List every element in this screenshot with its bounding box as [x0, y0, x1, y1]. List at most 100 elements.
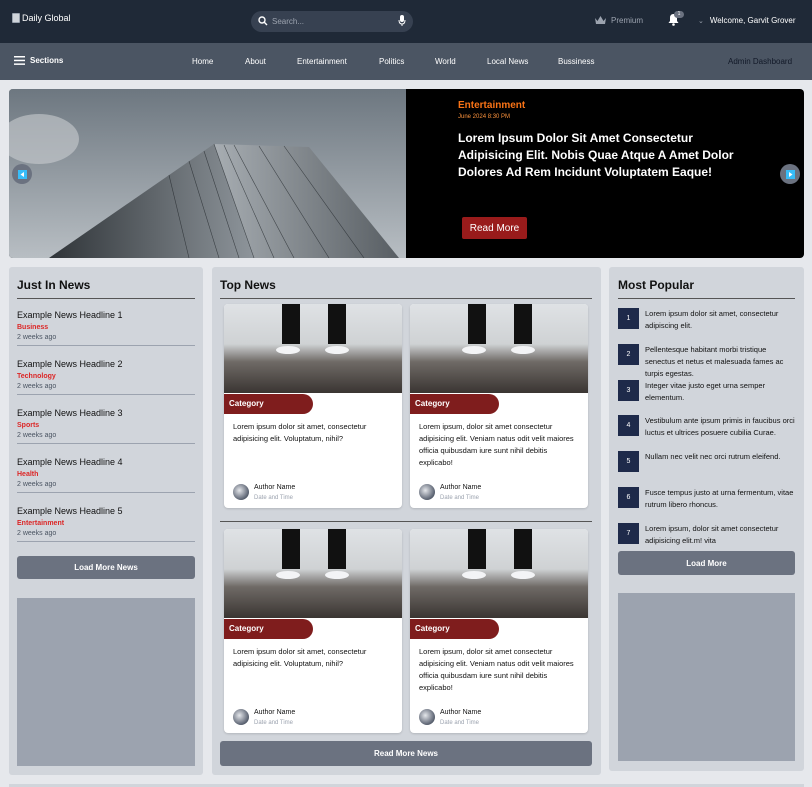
card-body: Lorem ipsum dolor sit amet, consectetur … [233, 422, 367, 443]
search-input[interactable] [272, 14, 392, 29]
carousel-next-button[interactable] [780, 164, 800, 184]
nav-link-about[interactable]: About [245, 57, 266, 66]
card-category[interactable]: Category [410, 394, 499, 414]
read-more-news-button[interactable]: Read More News [220, 741, 592, 766]
arrow-right-icon [785, 169, 795, 179]
premium-label: Premium [611, 15, 644, 25]
popular-text[interactable]: Lorem ipsum dolor sit amet, consectetur … [645, 308, 795, 332]
divider [17, 541, 195, 542]
news-item[interactable]: Example News Headline 1 Business 2 weeks… [17, 310, 195, 346]
divider [17, 298, 195, 299]
news-card[interactable]: Category Lorem ipsum dolor sit amet, con… [224, 304, 402, 508]
hero-headline[interactable]: Lorem Ipsum Dolor Sit Amet Consectetur A… [458, 130, 738, 181]
news-card[interactable]: Category Lorem ipsum, dolor sit amet con… [410, 529, 588, 733]
news-category[interactable]: Health [17, 471, 195, 478]
nav-link-politics[interactable]: Politics [379, 57, 404, 66]
card-date: Date and Time [254, 720, 294, 726]
rank-number: 4 [618, 415, 639, 436]
user-menu[interactable]: ⌄ Welcome, Garvit Grover [698, 16, 796, 25]
popular-text[interactable]: Vestibulum ante ipsum primis in faucibus… [645, 415, 795, 439]
divider [618, 298, 795, 299]
shoes-photo [462, 304, 535, 354]
hero-category[interactable]: Entertainment [458, 100, 738, 111]
site-logo[interactable]: Daily Global [12, 13, 71, 23]
divider [17, 492, 195, 493]
news-headline[interactable]: Example News Headline 1 [17, 310, 195, 320]
news-category[interactable]: Business [17, 324, 195, 331]
popular-text[interactable]: Integer vitae justo eget urna semper ele… [645, 380, 795, 404]
top-bar: Daily Global Premium 1 ⌄ Welcome, Garvit… [0, 0, 812, 43]
load-more-news-button[interactable]: Load More News [17, 556, 195, 579]
hamburger-icon [14, 56, 25, 65]
news-headline[interactable]: Example News Headline 2 [17, 359, 195, 369]
admin-dashboard-link[interactable]: Admin Dashboard [728, 57, 792, 66]
crown-icon [595, 16, 606, 24]
popular-text[interactable]: Pellentesque habitant morbi tristique se… [645, 344, 795, 380]
news-item[interactable]: Example News Headline 2 Technology 2 wee… [17, 359, 195, 395]
hero-text: Entertainment June 2024 8:30 PM Lorem Ip… [458, 100, 738, 181]
news-headline[interactable]: Example News Headline 4 [17, 457, 195, 467]
just-in-title: Just In News [17, 278, 91, 292]
hero-read-more-button[interactable]: Read More [462, 217, 527, 239]
notifications-button[interactable]: 1 [668, 11, 684, 31]
news-time: 2 weeks ago [17, 383, 57, 390]
chevron-down-icon: ⌄ [698, 17, 704, 25]
popular-text[interactable]: Lorem ipsum, dolor sit amet consectetur … [645, 523, 795, 547]
rank-number: 5 [618, 451, 639, 472]
news-item[interactable]: Example News Headline 4 Health 2 weeks a… [17, 457, 195, 493]
card-category[interactable]: Category [224, 619, 313, 639]
most-popular-panel: Most Popular 1 Lorem ipsum dolor sit ame… [609, 267, 804, 771]
news-category[interactable]: Entertainment [17, 520, 195, 527]
nav-link-business[interactable]: Bussiness [558, 57, 594, 66]
avatar [233, 709, 249, 725]
welcome-text: Welcome, Garvit Grover [709, 16, 796, 25]
card-image [224, 304, 402, 393]
just-in-news-panel: Just In News Example News Headline 1 Bus… [9, 267, 203, 775]
sections-menu-button[interactable]: Sections [14, 56, 63, 65]
rank-number: 3 [618, 380, 639, 401]
avatar [419, 484, 435, 500]
shoes-photo [462, 529, 535, 579]
news-item[interactable]: Example News Headline 3 Sports 2 weeks a… [17, 408, 195, 444]
news-category[interactable]: Technology [17, 373, 195, 380]
logo-alt-text: Daily Global [22, 13, 71, 23]
rank-number: 7 [618, 523, 639, 544]
card-image [224, 529, 402, 618]
divider [220, 298, 592, 299]
card-body: Lorem ipsum, dolor sit amet consectetur … [419, 422, 574, 467]
popular-text[interactable]: Nullam nec velit nec orci rutrum eleifen… [645, 451, 795, 463]
news-time: 2 weeks ago [17, 334, 57, 341]
nav-link-entertainment[interactable]: Entertainment [297, 57, 347, 66]
nav-link-world[interactable]: World [435, 57, 456, 66]
news-card[interactable]: Category Lorem ipsum, dolor sit amet con… [410, 304, 588, 508]
card-author: Author Name [254, 484, 296, 491]
ad-placeholder [618, 593, 795, 761]
card-category[interactable]: Category [410, 619, 499, 639]
card-category[interactable]: Category [224, 394, 313, 414]
card-date: Date and Time [254, 495, 294, 501]
premium-link[interactable]: Premium [594, 15, 643, 25]
rank-number: 1 [618, 308, 639, 329]
nav-bar: Sections Home About Entertainment Politi… [0, 43, 812, 80]
news-headline[interactable]: Example News Headline 5 [17, 506, 195, 516]
card-author: Author Name [440, 484, 482, 491]
card-author: Author Name [440, 709, 482, 716]
carousel-prev-button[interactable] [12, 164, 32, 184]
card-body: Lorem ipsum, dolor sit amet consectetur … [419, 647, 574, 692]
news-time: 2 weeks ago [17, 530, 57, 537]
avatar [419, 709, 435, 725]
divider [17, 394, 195, 395]
popular-text[interactable]: Fusce tempus justo at urna fermentum, vi… [645, 487, 795, 511]
hero-date: June 2024 8:30 PM [458, 114, 511, 120]
news-time: 2 weeks ago [17, 432, 57, 439]
news-category[interactable]: Sports [17, 422, 195, 429]
news-card[interactable]: Category Lorem ipsum dolor sit amet, con… [224, 529, 402, 733]
card-body: Lorem ipsum dolor sit amet, consectetur … [233, 647, 367, 668]
load-more-button[interactable]: Load More [618, 551, 795, 575]
news-time: 2 weeks ago [17, 481, 57, 488]
nav-link-local-news[interactable]: Local News [487, 57, 528, 66]
nav-link-home[interactable]: Home [192, 57, 213, 66]
news-headline[interactable]: Example News Headline 3 [17, 408, 195, 418]
news-item[interactable]: Example News Headline 5 Entertainment 2 … [17, 506, 195, 542]
microphone-icon[interactable] [398, 15, 406, 27]
